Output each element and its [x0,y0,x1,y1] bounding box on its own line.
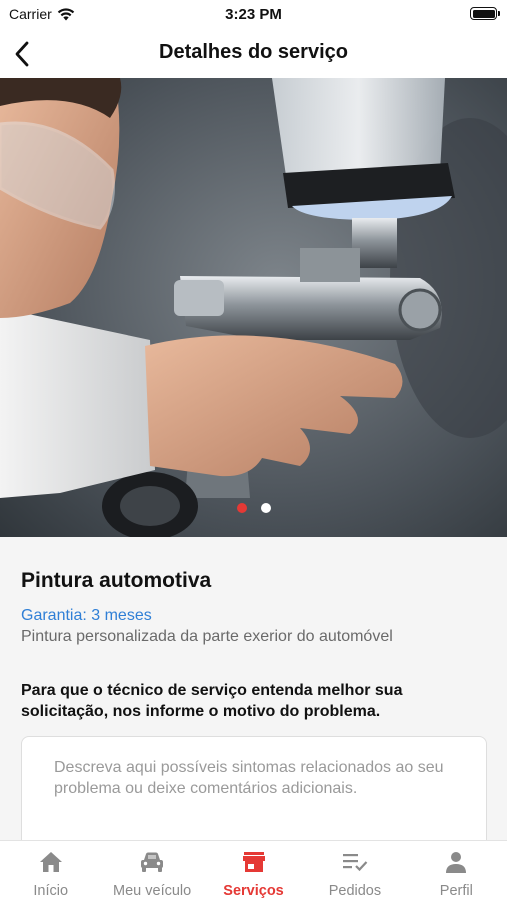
tab-pedidos-label: Pedidos [328,883,382,899]
tab-servicos[interactable]: Serviços [203,841,304,900]
navigation-header: Detalhes do serviço [0,30,507,78]
tab-servicos-label: Serviços [223,883,284,899]
carousel-pagination [0,503,507,513]
tab-inicio-label: Início [33,883,69,899]
back-button[interactable] [4,34,40,74]
home-icon [39,850,63,874]
person-icon [445,850,467,874]
service-details: Pintura automotiva Garantia: 3 meses Pin… [0,537,507,840]
status-bar: Carrier 3:23 PM [0,0,507,30]
chevron-left-icon [15,41,29,67]
problem-prompt: Para que o técnico de serviço entenda me… [21,682,403,720]
warranty-info: Garantia: 3 meses [21,607,152,624]
battery-icon [470,7,500,20]
service-name: Pintura automotiva [21,569,212,592]
service-image-carousel[interactable] [0,78,507,537]
clock: 3:23 PM [225,6,282,23]
problem-description-input[interactable] [21,736,487,840]
tab-inicio[interactable]: Início [0,841,101,900]
list-check-icon [342,850,368,874]
service-photo [0,78,507,537]
carousel-dot-1[interactable] [236,503,247,513]
tab-perfil[interactable]: Perfil [406,841,507,900]
tab-meu-veiculo[interactable]: Meu veículo [101,841,202,900]
carousel-dot-2[interactable] [260,503,271,513]
tab-perfil-label: Perfil [439,883,473,899]
bottom-tab-bar: Início Meu veículo Serviços Pedidos Perf… [0,840,507,900]
service-description: Pintura personalizada da parte exerior d… [21,628,393,645]
car-icon [139,850,165,874]
page-title: Detalhes do serviço [159,41,348,63]
tab-meu-veiculo-label: Meu veículo [113,883,192,899]
store-icon [242,850,266,874]
tab-pedidos[interactable]: Pedidos [304,841,405,900]
